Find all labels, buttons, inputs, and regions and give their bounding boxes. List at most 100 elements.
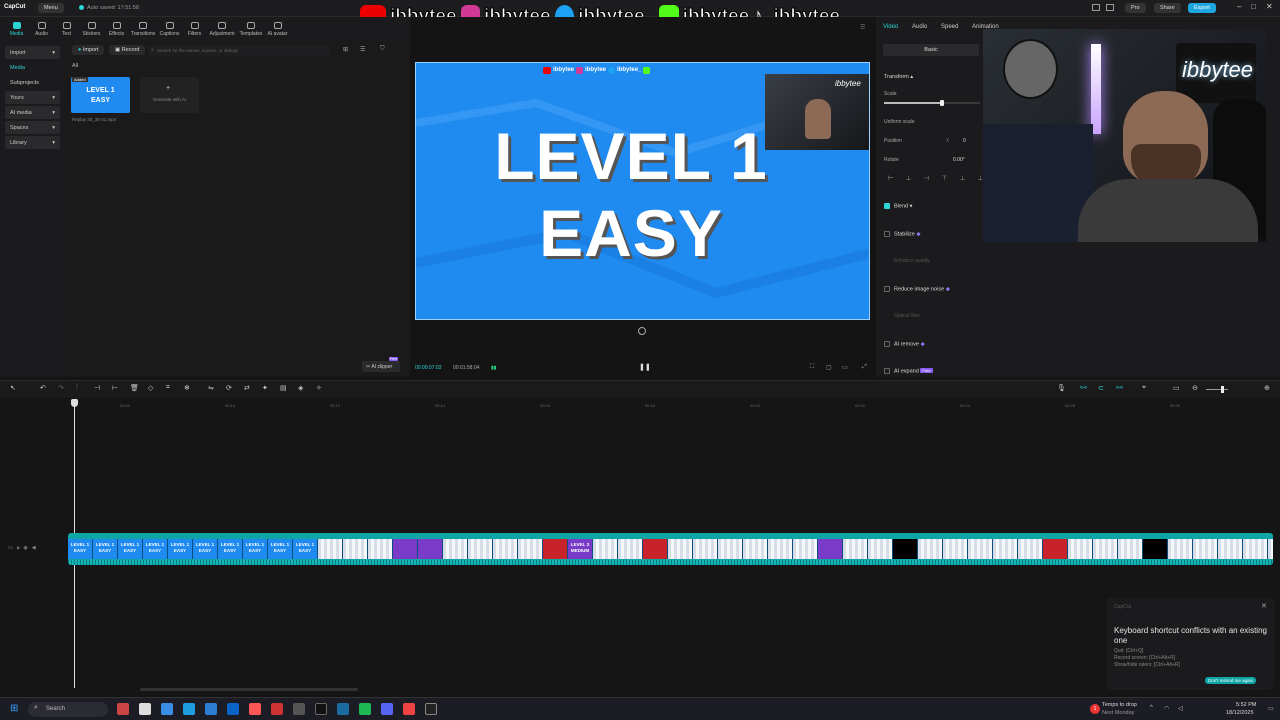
timeline-clip[interactable]: LEVEL 1 EASY (218, 539, 243, 559)
timeline-clip[interactable] (793, 539, 818, 559)
cover-icon[interactable]: ▭ (8, 545, 13, 551)
video-preview[interactable]: ibbytee ibbytee ibbytee_ LEVEL 1 EASY ib… (415, 62, 870, 320)
sidebar-item-media[interactable]: Media (5, 61, 60, 74)
shield-icon[interactable]: ◇ (148, 384, 153, 392)
timeline-clip[interactable] (393, 539, 418, 559)
zoom-slider[interactable] (1206, 386, 1228, 393)
wifi-icon[interactable]: ◠ (1164, 705, 1169, 712)
undo-icon[interactable]: ↶ (40, 384, 46, 392)
sidebar-item-ai-media[interactable]: AI media ▾ (5, 106, 60, 119)
capcut-taskbar-icon[interactable] (425, 703, 437, 715)
tool-templates[interactable]: Templates (237, 17, 265, 41)
timeline-clip[interactable] (518, 539, 543, 559)
timeline-clip[interactable] (693, 539, 718, 559)
timeline-clip[interactable] (593, 539, 618, 559)
shortcuts-icon[interactable] (1106, 4, 1114, 11)
share-button[interactable]: Share (1154, 3, 1181, 13)
sidebar-item-library[interactable]: Library ▾ (5, 136, 60, 149)
preview-axis-icon[interactable]: ⌖ (1142, 384, 1146, 392)
timeline-clip[interactable] (718, 539, 743, 559)
align-left-icon[interactable]: ⊢ (888, 175, 893, 183)
timeline-clip[interactable] (1018, 539, 1043, 559)
player-menu-icon[interactable]: ☰ (860, 24, 865, 31)
app-icon[interactable] (117, 703, 129, 715)
timeline-clip[interactable]: LEVEL 1 EASY (293, 539, 318, 559)
tray-chevron-icon[interactable]: ^ (1150, 705, 1153, 711)
lock-icon[interactable]: 🔒︎ (17, 545, 20, 551)
sidebar-item-import[interactable]: Import ▾ (5, 46, 60, 59)
timeline-clip[interactable] (318, 539, 343, 559)
maximize-icon[interactable]: □ (1251, 2, 1256, 11)
timeline-clip[interactable]: LEVEL 1 EASY (193, 539, 218, 559)
ai-expand-row[interactable]: AI expand Free (884, 368, 933, 374)
filter-all-tab[interactable]: All (72, 63, 78, 69)
zoom-out-icon[interactable]: ⊖ (1192, 384, 1198, 392)
taskbar-search[interactable]: ⌕ Search (28, 702, 108, 717)
timeline-clip[interactable] (1068, 539, 1093, 559)
timeline-clip[interactable] (1218, 539, 1243, 559)
ai-remove-row[interactable]: AI remove ◆ (884, 341, 925, 347)
outlook-icon[interactable] (227, 703, 239, 715)
scale-slider[interactable] (884, 100, 980, 106)
timeline-clip[interactable] (768, 539, 793, 559)
align-middle-icon[interactable]: ⊥ (960, 175, 965, 183)
tool-stickers[interactable]: Stickers (79, 17, 104, 41)
reduce-noise-row[interactable]: Reduce image noise ◆ (884, 286, 950, 292)
media-clip-thumbnail[interactable]: Added LEVEL 1 EASY (71, 77, 130, 113)
split-left-icon[interactable]: ⊣ (94, 384, 100, 392)
tab-audio[interactable]: Audio (912, 24, 927, 30)
timeline-clip[interactable] (1243, 539, 1268, 559)
split-icon[interactable]: ⫶ (76, 384, 78, 392)
close-icon[interactable]: ✕ (1266, 2, 1273, 11)
tool-adjustment[interactable]: Adjustment (207, 17, 237, 41)
mute-icon[interactable]: ◀ (32, 545, 36, 551)
export-button[interactable]: Export (1188, 3, 1216, 13)
timeline-clip[interactable] (943, 539, 968, 559)
tool-captions[interactable]: Captions (157, 17, 182, 41)
timeline-clip[interactable] (1093, 539, 1118, 559)
magic-icon[interactable]: ✦ (262, 384, 268, 392)
brave-icon[interactable] (249, 703, 261, 715)
timeline-clip[interactable] (618, 539, 643, 559)
scale-slider-handle[interactable] (939, 100, 944, 106)
ai-expand-checkbox[interactable] (884, 368, 890, 374)
timeline-clip[interactable] (993, 539, 1018, 559)
caption-tool-icon[interactable]: ▤ (280, 384, 287, 392)
pos-x-input[interactable]: 0 (963, 138, 966, 144)
main-video-track[interactable]: LEVEL 1 EASY LEVEL 1 EASY LEVEL 1 EASY LEVEL 1… (68, 533, 1273, 565)
smart-icon[interactable]: ✧ (316, 384, 322, 392)
magnet-icon[interactable]: ⊂ (1098, 384, 1104, 392)
timeline-clip[interactable] (418, 539, 443, 559)
tool-text[interactable]: Text (54, 17, 79, 41)
ai-clipper-button[interactable]: ✂ AI clipper Free (362, 357, 400, 372)
timeline-clip[interactable]: LEVEL 1 EASY (168, 539, 193, 559)
redo-icon[interactable]: ↷ (58, 384, 64, 392)
dont-remind-button[interactable]: Don't remind me again (1205, 677, 1257, 684)
eye-icon[interactable]: ◉ (23, 545, 27, 551)
timeline-scrollbar[interactable] (140, 688, 358, 691)
timeline-clip[interactable] (843, 539, 868, 559)
ratio-icon[interactable]: ▭ (842, 364, 848, 371)
windows-start-icon[interactable]: ⊞ (10, 703, 18, 714)
align-top-icon[interactable]: ⊤ (942, 175, 947, 183)
edge-icon[interactable] (183, 703, 195, 715)
sidebar-item-yours[interactable]: Yours ▾ (5, 91, 60, 104)
steam-icon[interactable] (337, 703, 349, 715)
tool-transitions[interactable]: Transitions (129, 17, 157, 41)
fullscreen-icon[interactable]: ⤢ (862, 364, 867, 371)
delete-icon[interactable]: 🗑 (130, 384, 139, 392)
search-input[interactable]: ⌕ Search for file names, scenes, or dial… (148, 45, 330, 56)
playhead-handle[interactable] (71, 399, 78, 407)
timeline-clip[interactable] (643, 539, 668, 559)
align-center-icon[interactable]: ⊥ (906, 175, 911, 183)
timeline-clip[interactable] (368, 539, 393, 559)
mirror-icon[interactable]: ⇋ (208, 384, 214, 392)
sort-icon[interactable]: ☰ (360, 46, 365, 53)
timeline-clip[interactable] (1193, 539, 1218, 559)
rotate-icon[interactable]: ⟳ (226, 384, 232, 392)
timeline-clip[interactable]: LEVEL 1 EASY (68, 539, 93, 559)
tab-video[interactable]: Video (883, 24, 898, 30)
fit-icon[interactable]: ⛶ (810, 364, 814, 371)
timeline-clip[interactable] (1043, 539, 1068, 559)
chrome-icon[interactable] (161, 703, 173, 715)
